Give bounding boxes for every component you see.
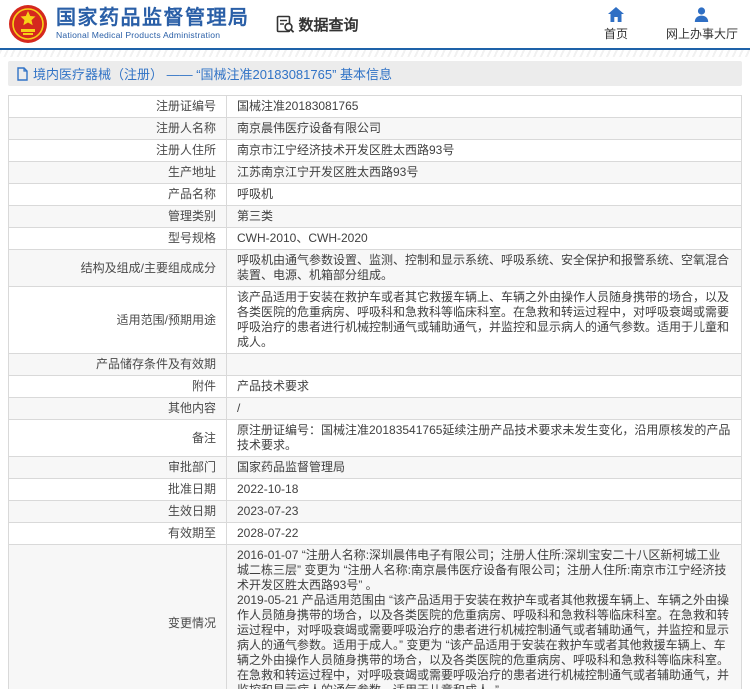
row-label: 生产地址 (9, 162, 227, 183)
row-label: 审批部门 (9, 457, 227, 478)
row-label: 批准日期 (9, 479, 227, 500)
table-row: 附件 产品技术要求 (9, 376, 741, 398)
table-row: 注册证编号 国械注准20183081765 (9, 96, 741, 118)
row-label: 变更情况 (9, 545, 227, 689)
row-label: 产品储存条件及有效期 (9, 354, 227, 375)
row-value: 南京市江宁经济技术开发区胜太西路93号 (237, 143, 455, 157)
table-row: 生效日期 2023-07-23 (9, 501, 741, 523)
table-row: 产品名称 呼吸机 (9, 184, 741, 206)
row-label: 备注 (9, 420, 227, 456)
row-label: 注册人名称 (9, 118, 227, 139)
row-value: 2023-07-23 (237, 504, 299, 518)
nav-service-hall[interactable]: 网上办事大厅 (665, 6, 738, 42)
row-value: 国家药品监督管理局 (237, 460, 346, 474)
row-value: 南京晨伟医疗设备有限公司 (237, 121, 382, 135)
row-label: 生效日期 (9, 501, 227, 522)
info-table: 注册证编号 国械注准20183081765 注册人名称 南京晨伟医疗设备有限公司 注册人… (8, 95, 742, 689)
table-row: 有效期至 2028-07-22 (9, 523, 741, 545)
row-label: 管理类别 (9, 206, 227, 227)
table-row: 结构及组成/主要组成成分 呼吸机由通气参数设置、监测、控制和显示系统、呼吸系统、安… (9, 250, 741, 287)
row-value: / (237, 401, 241, 415)
row-value: 2016-01-07 “注册人名称:深圳晨伟电子有限公司；注册人住所:深圳宝安二… (237, 548, 730, 689)
site-subtitle: National Medical Products Administration (56, 29, 221, 40)
row-label: 适用范围/预期用途 (9, 287, 227, 353)
user-icon (695, 6, 709, 22)
nav-home-label: 首页 (603, 26, 628, 41)
data-query-button[interactable]: 数据查询 (276, 14, 359, 35)
row-value (227, 354, 741, 375)
row-label: 产品名称 (9, 184, 227, 205)
row-value: 原注册证编号：国械注准20183541765延续注册产品技术要求未发生变化，沿用… (237, 423, 731, 452)
row-label: 结构及组成/主要组成成分 (9, 250, 227, 286)
table-row: 审批部门 国家药品监督管理局 (9, 457, 741, 479)
national-emblem-icon (9, 5, 47, 43)
row-value: 产品技术要求 (237, 379, 310, 393)
row-value: 2028-07-22 (237, 526, 299, 540)
row-value: 江苏南京江宁开发区胜太西路93号 (237, 165, 419, 179)
table-row: 变更情况 2016-01-07 “注册人名称:深圳晨伟电子有限公司；注册人住所:深… (9, 545, 741, 689)
row-label: 其他内容 (9, 398, 227, 419)
nav-service-hall-label: 网上办事大厅 (665, 26, 738, 41)
table-row: 注册人住所 南京市江宁经济技术开发区胜太西路93号 (9, 140, 741, 162)
data-query-label: 数据查询 (298, 16, 359, 34)
table-row: 型号规格 CWH-2010、CWH-2020 (9, 228, 741, 250)
main-header: 国家药品监督管理局 National Medical Products Admi… (0, 0, 750, 48)
row-value: 呼吸机由通气参数设置、监测、控制和显示系统、呼吸系统、安全保护和报警系统、空氧混… (237, 253, 730, 282)
table-row: 适用范围/预期用途 该产品适用于安装在救护车或者其它救援车辆上、车辆之外由操作人员… (9, 287, 741, 354)
breadcrumb-bar: 境内医疗器械（注册） —— “国械注准20183081765” 基本信息 (8, 61, 742, 86)
row-label: 注册人住所 (9, 140, 227, 161)
table-row: 备注 原注册证编号：国械注准20183541765延续注册产品技术要求未发生变化，… (9, 420, 741, 457)
breadcrumb: 境内医疗器械（注册） —— “国械注准20183081765” 基本信息 (33, 67, 393, 82)
table-row: 管理类别 第三类 (9, 206, 741, 228)
table-row: 产品储存条件及有效期 (9, 354, 741, 376)
row-value: 呼吸机 (237, 187, 274, 201)
page-icon (17, 66, 28, 81)
nav-home[interactable]: 首页 (603, 6, 628, 42)
row-value: 2022-10-18 (237, 482, 299, 496)
site-logo[interactable]: 国家药品监督管理局 National Medical Products Admi… (8, 3, 250, 45)
row-label: 附件 (9, 376, 227, 397)
row-label: 注册证编号 (9, 96, 227, 117)
document-search-icon (276, 15, 294, 33)
home-icon (607, 6, 624, 22)
row-label: 有效期至 (9, 523, 227, 544)
row-value: 国械注准20183081765 (237, 99, 359, 113)
row-label: 型号规格 (9, 228, 227, 249)
hatch-strip (0, 50, 750, 57)
row-value: 第三类 (237, 209, 274, 223)
table-row: 其他内容 / (9, 398, 741, 420)
table-row: 生产地址 江苏南京江宁开发区胜太西路93号 (9, 162, 741, 184)
row-value: CWH-2010、CWH-2020 (237, 231, 368, 245)
site-title: 国家药品监督管理局 (56, 6, 250, 29)
row-value: 该产品适用于安装在救护车或者其它救援车辆上、车辆之外由操作人员随身携带的场合，以… (237, 290, 730, 349)
table-row: 注册人名称 南京晨伟医疗设备有限公司 (9, 118, 741, 140)
table-row: 批准日期 2022-10-18 (9, 479, 741, 501)
